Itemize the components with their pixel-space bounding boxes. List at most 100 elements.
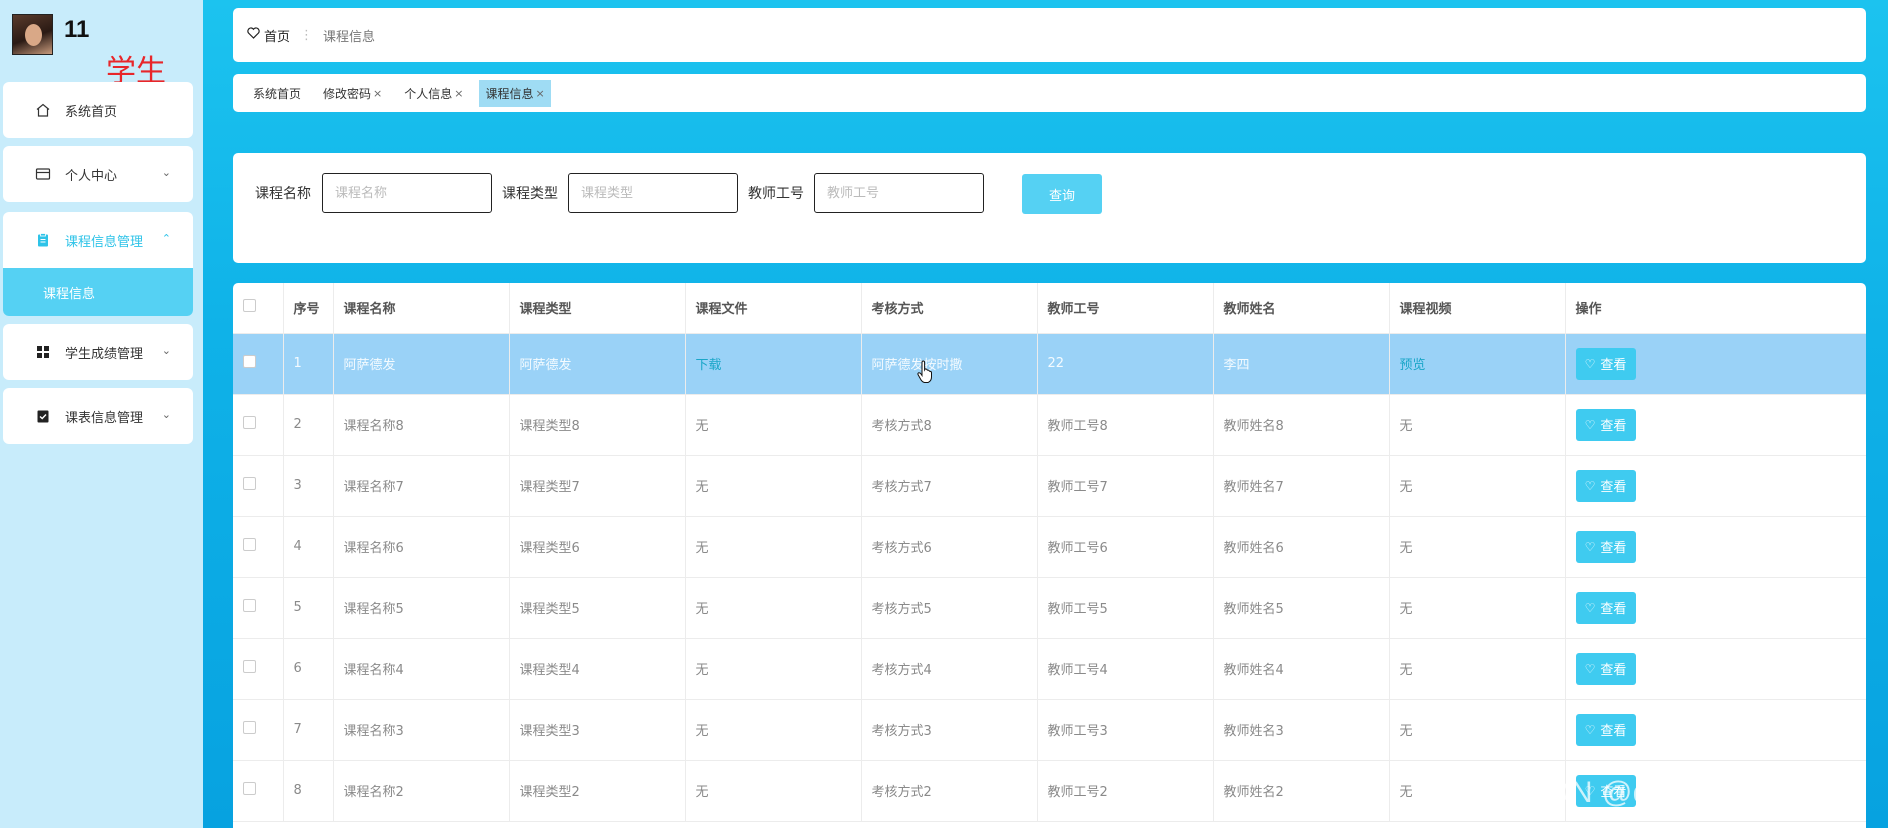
table-row[interactable]: 2 课程名称8 课程类型8 无 考核方式8 教师工号8 教师姓名8 无 ♡ 查看: [233, 394, 1866, 456]
avatar[interactable]: [12, 14, 53, 55]
table-cell: 阿萨德发: [333, 333, 510, 395]
cell-text: 课程名称8: [343, 419, 404, 434]
row-checkbox[interactable]: [243, 599, 256, 612]
close-icon[interactable]: ×: [536, 87, 545, 100]
table-cell: 无: [1389, 699, 1566, 761]
row-checkbox[interactable]: [243, 355, 256, 368]
course-type-input[interactable]: [568, 173, 738, 213]
header-cell: 课程文件: [685, 283, 862, 334]
table-cell: 课程名称5: [333, 577, 510, 639]
cell-text: 教师姓名7: [1223, 480, 1284, 495]
course-name-input[interactable]: [322, 173, 492, 213]
chevron-up-icon: ⌃: [161, 232, 171, 245]
sidebar-item-course-management[interactable]: 课程信息管理 ⌃: [3, 212, 193, 268]
view-button[interactable]: ♡ 查看: [1575, 408, 1636, 441]
tag-home[interactable]: 系统首页: [247, 80, 307, 107]
cell-text: 李四: [1223, 358, 1250, 373]
tags-bar: 系统首页 修改密码 × 个人信息 × 课程信息 ×: [233, 74, 1866, 112]
row-select-cell: [233, 455, 284, 517]
teacher-id-input[interactable]: [814, 173, 984, 213]
table-cell: 教师姓名7: [1213, 455, 1390, 517]
row-select-cell: [233, 577, 284, 639]
row-select-cell: [233, 638, 284, 700]
table-row[interactable]: 3 课程名称7 课程类型7 无 考核方式7 教师工号7 教师姓名7 无 ♡ 查看: [233, 455, 1866, 517]
tag-course-info[interactable]: 课程信息 ×: [479, 79, 551, 107]
cell-text: 无: [695, 602, 709, 617]
view-button[interactable]: ♡ 查看: [1575, 713, 1636, 746]
close-icon[interactable]: ×: [454, 87, 463, 100]
view-button-label: 查看: [1600, 602, 1627, 617]
view-button[interactable]: ♡ 查看: [1575, 469, 1636, 502]
table-cell: 无: [1389, 516, 1566, 578]
table-cell: 无: [685, 577, 862, 639]
cell-text: 考核方式7: [871, 480, 932, 495]
row-checkbox[interactable]: [243, 782, 256, 795]
sidebar-subitem-course-info[interactable]: 课程信息: [3, 268, 193, 316]
table-cell: 3: [283, 455, 334, 517]
view-button[interactable]: ♡ 查看: [1575, 591, 1636, 624]
header-cell: 教师姓名: [1213, 283, 1390, 334]
table-cell: 教师姓名2: [1213, 760, 1390, 822]
sidebar-item-label: 学生成绩管理: [65, 346, 144, 362]
chevron-down-icon: ⌄: [161, 344, 171, 357]
cell-text: 课程类型7: [519, 480, 580, 495]
sidebar-item-label: 课表信息管理: [65, 410, 144, 426]
close-icon[interactable]: ×: [373, 87, 382, 100]
tag-change-password[interactable]: 修改密码 ×: [317, 80, 388, 107]
cell-link[interactable]: 下载: [696, 358, 722, 373]
cell-text: 教师姓名5: [1223, 602, 1284, 617]
table-row[interactable]: 4 课程名称6 课程类型6 无 考核方式6 教师工号6 教师姓名6 无 ♡ 查看: [233, 516, 1866, 578]
cell-text: 教师工号7: [1047, 480, 1108, 495]
cell-text: 考核方式6: [871, 541, 932, 556]
action-cell: ♡ 查看: [1565, 699, 1866, 761]
cell-text: 无: [695, 541, 709, 556]
query-button[interactable]: 查询: [1022, 174, 1102, 214]
select-all-checkbox[interactable]: [243, 299, 256, 313]
table-row[interactable]: 6 课程名称4 课程类型4 无 考核方式4 教师工号4 教师姓名4 无 ♡ 查看: [233, 638, 1866, 700]
view-button[interactable]: ♡ 查看: [1575, 652, 1636, 685]
table-row[interactable]: 7 课程名称3 课程类型3 无 考核方式3 教师工号3 教师姓名3 无 ♡ 查看: [233, 699, 1866, 761]
table-cell: 无: [685, 516, 862, 578]
cell-link[interactable]: 预览: [1400, 358, 1426, 373]
table-cell[interactable]: 下载: [685, 333, 862, 395]
heart-icon: ♡: [1584, 722, 1596, 737]
breadcrumb-home[interactable]: 首页: [264, 26, 290, 45]
view-button[interactable]: ♡ 查看: [1575, 347, 1636, 380]
user-box: 11 学生: [12, 12, 202, 89]
tag-personal-info[interactable]: 个人信息 ×: [398, 80, 469, 107]
table-cell: 课程名称6: [333, 516, 510, 578]
action-cell: ♡ 查看: [1565, 638, 1866, 700]
sidebar-item-personal-center[interactable]: 个人中心 ⌄: [3, 146, 193, 202]
tag-label: 修改密码: [323, 86, 372, 101]
sidebar-item-grade-management[interactable]: 学生成绩管理 ⌄: [3, 324, 193, 380]
course-type-label: 课程类型: [502, 186, 558, 202]
table-cell: 考核方式3: [861, 699, 1038, 761]
sidebar-item-home[interactable]: 系统首页: [3, 82, 193, 138]
table-cell[interactable]: 预览: [1389, 333, 1566, 395]
table-row[interactable]: 1 阿萨德发 阿萨德发 下载 阿萨德发按时撒 22 李四 预览 ♡ 查看: [233, 333, 1866, 395]
cell-text: 课程名称2: [343, 785, 404, 800]
header-cell: 课程类型: [509, 283, 686, 334]
table-cell: 无: [1389, 638, 1566, 700]
row-checkbox[interactable]: [243, 538, 256, 551]
tag-label: 个人信息: [404, 86, 453, 101]
sidebar-item-label: 个人中心: [65, 168, 118, 184]
table-cell: 无: [685, 455, 862, 517]
cell-text: 2: [293, 417, 302, 432]
row-checkbox[interactable]: [243, 660, 256, 673]
table-cell: 课程类型3: [509, 699, 686, 761]
row-checkbox[interactable]: [243, 477, 256, 490]
view-button[interactable]: ♡ 查看: [1575, 530, 1636, 563]
table-cell: 7: [283, 699, 334, 761]
sidebar-item-schedule-management[interactable]: 课表信息管理 ⌄: [3, 388, 193, 444]
table-cell: 课程名称7: [333, 455, 510, 517]
table-row[interactable]: 5 课程名称5 课程类型5 无 考核方式5 教师工号5 教师姓名5 无 ♡ 查看: [233, 577, 1866, 639]
cell-text: 无: [695, 785, 709, 800]
header-cell: 考核方式: [861, 283, 1038, 334]
breadcrumb-current: 课程信息: [323, 29, 376, 45]
row-checkbox[interactable]: [243, 416, 256, 429]
table-header-row: 序号 课程名称 课程类型 课程文件 考核方式 教师工号 教师姓名 课程视频 操作: [233, 283, 1866, 334]
row-checkbox[interactable]: [243, 721, 256, 734]
tag-label: 系统首页: [253, 86, 302, 101]
cell-text: 课程名称7: [343, 480, 404, 495]
